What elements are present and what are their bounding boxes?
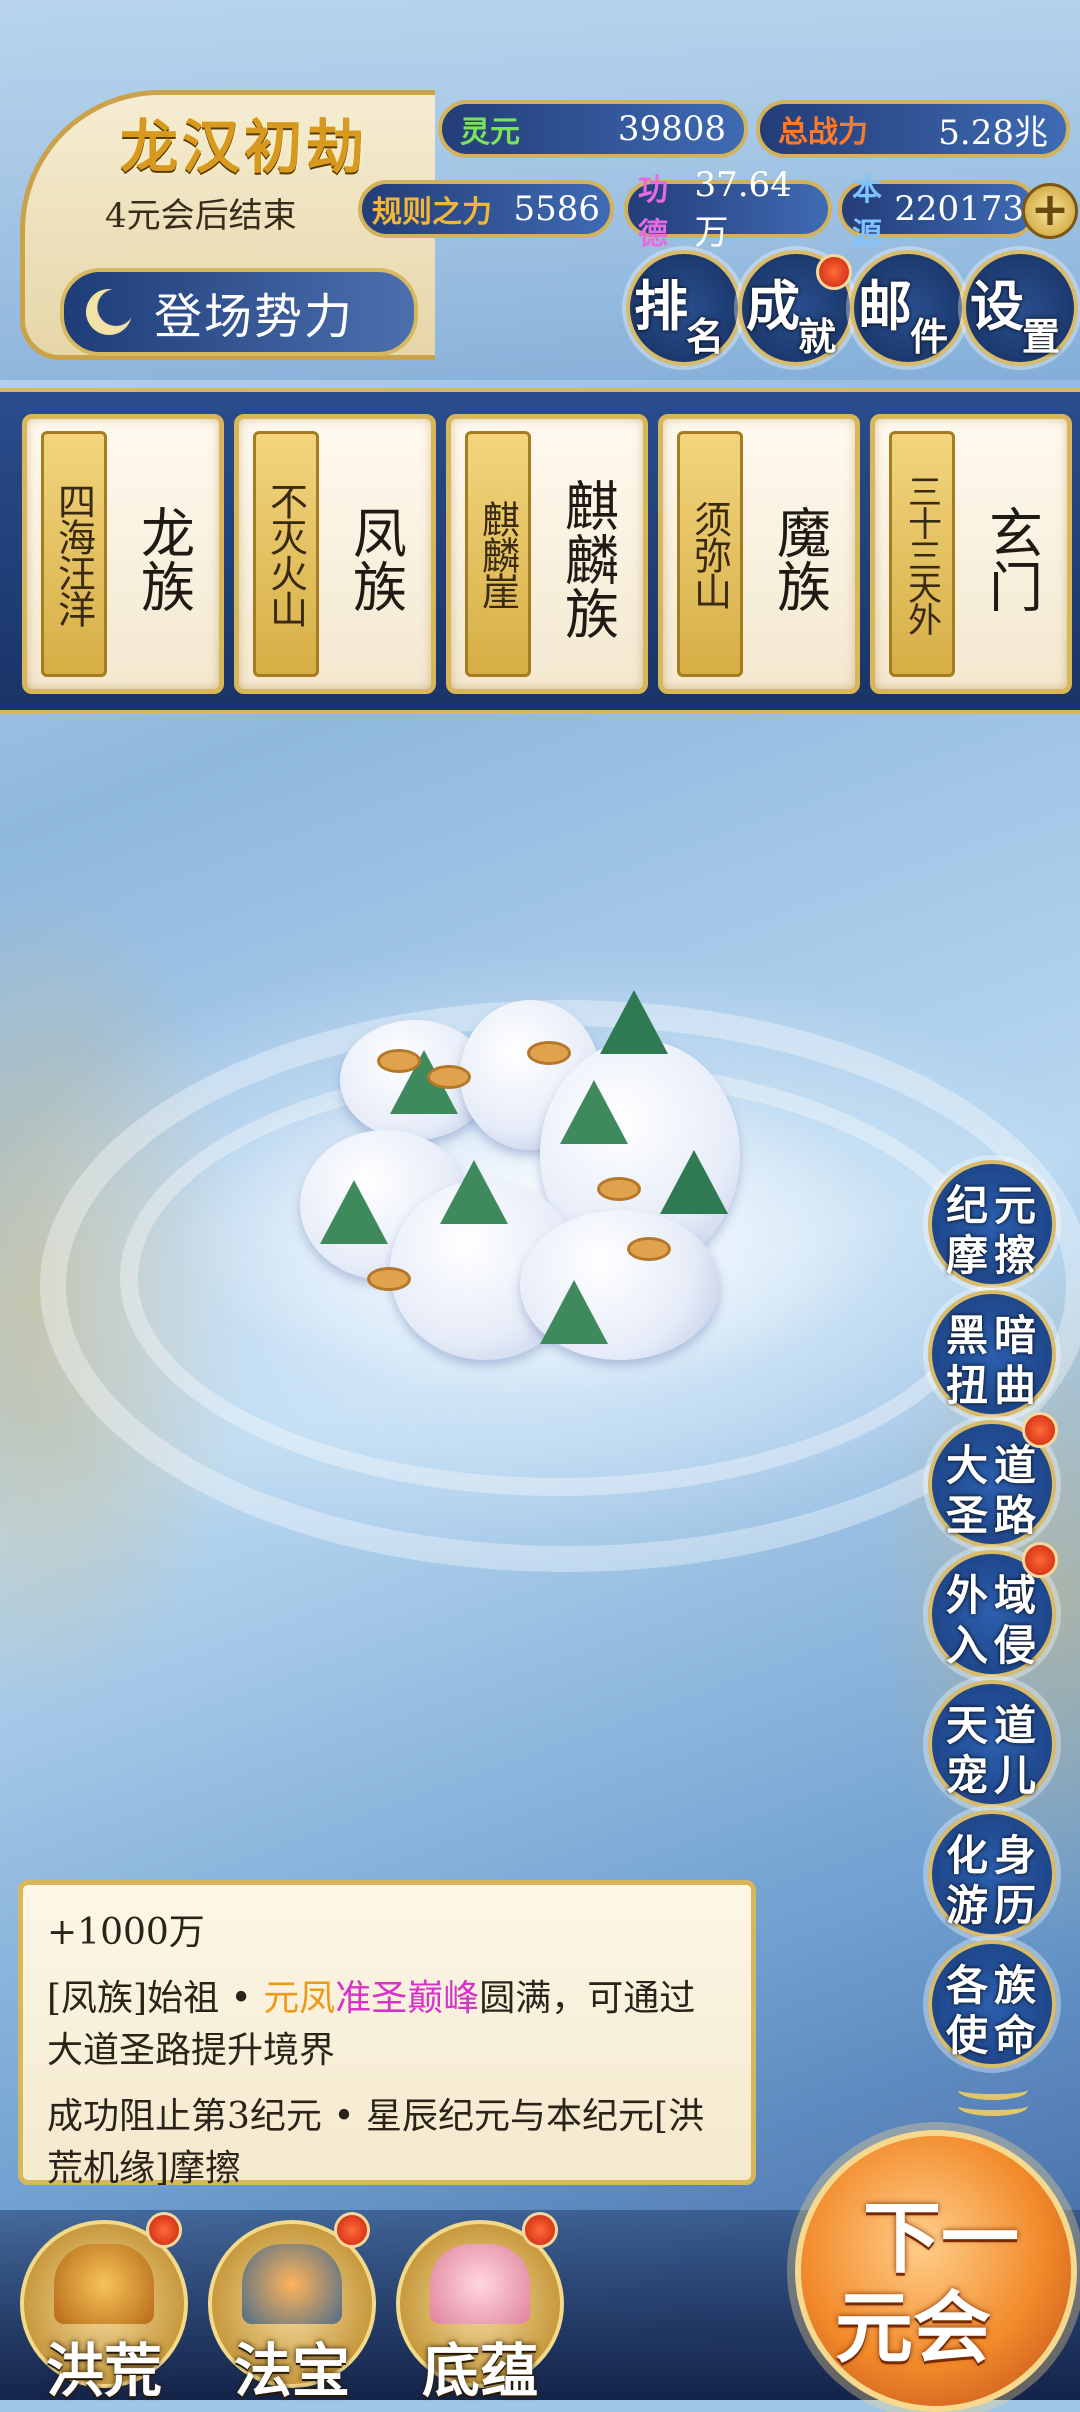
- faction-location: 麒麟崖: [465, 431, 531, 677]
- side-char: 侵: [994, 1621, 1037, 1670]
- side-char: 儿: [994, 1751, 1037, 1800]
- avatar-travel-button[interactable]: 化 身 游 历: [928, 1810, 1056, 1938]
- achievement-label-1: 成: [746, 274, 800, 338]
- total-power-resource[interactable]: 总战力 5.28兆: [756, 100, 1070, 158]
- rank-label-1: 排: [634, 274, 688, 338]
- side-char: 摩: [946, 1231, 989, 1280]
- faction-card-xuanmen[interactable]: 三十三天外 玄门: [870, 414, 1072, 694]
- active-factions-label: 登场势力: [154, 289, 355, 345]
- log-line: +1000万: [47, 1912, 205, 1953]
- active-factions-button[interactable]: 登场势力: [60, 268, 418, 356]
- dark-distortion-button[interactable]: 黑 暗 扭 曲: [928, 1290, 1056, 1418]
- side-char: 擦: [994, 1231, 1037, 1280]
- side-char: 游: [946, 1881, 989, 1930]
- faction-location: 四海汪洋: [41, 431, 107, 677]
- faction-card-qilin[interactable]: 麒麟崖 麒麟族: [446, 414, 648, 694]
- lingyuan-value: 39808: [617, 109, 726, 149]
- faction-location: 三十三天外: [889, 431, 955, 677]
- chevron-down-icon[interactable]: [958, 2080, 1028, 2120]
- faction-card-strip: 四海汪洋 龙族 不灭火山 凤族 麒麟崖 麒麟族 须弥山 魔族 三十三天外 玄门: [0, 388, 1080, 714]
- rule-power-resource[interactable]: 规则之力 5586: [358, 180, 614, 238]
- side-char: 命: [994, 2011, 1037, 2060]
- faction-name: 麒麟族: [555, 478, 619, 640]
- lingyuan-resource[interactable]: 灵元 39808: [438, 100, 748, 158]
- log-rank: 准圣巅峰: [335, 1978, 480, 2019]
- side-char: 曲: [994, 1361, 1037, 1410]
- event-log: +1000万 [凤族]始祖 • 元凤准圣巅峰圆满，可通过大道圣路提升境界 成功阻…: [18, 1880, 756, 2189]
- rank-button[interactable]: 排 名: [626, 250, 742, 366]
- next-label-2: 元会: [835, 2283, 992, 2374]
- era-countdown: 4元会后结束: [105, 196, 297, 236]
- log-line: [凤族]始祖 • 元凤准圣巅峰圆满，可通过大道圣路提升境界: [47, 1973, 727, 2077]
- tree-icon: [54, 2244, 154, 2324]
- cauldron-icon: [242, 2244, 342, 2324]
- dao-path-notification-dot: [1022, 1412, 1058, 1448]
- crescent-moon-icon: [86, 289, 132, 335]
- settings-label-2: 置: [1022, 314, 1061, 359]
- log-line: 成功阻止第3纪元 • 星辰纪元与本纪元[洪荒机缘]摩擦: [47, 2096, 705, 2189]
- mail-label-2: 件: [910, 314, 949, 359]
- honghuang-notification-dot: [146, 2212, 182, 2248]
- side-char: 圣: [946, 1491, 989, 1540]
- mail-label-1: 邮: [858, 274, 912, 338]
- era-friction-button[interactable]: 纪 元 摩 擦: [928, 1160, 1056, 1288]
- log-character-name: 元凤: [263, 1978, 336, 2019]
- rule-power-label: 规则之力: [372, 195, 492, 230]
- faction-name: 玄门: [979, 505, 1043, 613]
- era-title: 龙汉初劫: [120, 113, 369, 181]
- achievement-notification-dot: [816, 254, 852, 290]
- heritage-notification-dot: [522, 2212, 558, 2248]
- faction-card-dragon[interactable]: 四海汪洋 龙族: [22, 414, 224, 694]
- source-label: 本源: [852, 173, 882, 252]
- mail-button[interactable]: 邮 件: [850, 250, 966, 366]
- floating-island[interactable]: [300, 980, 780, 1400]
- treasure-notification-dot: [334, 2212, 370, 2248]
- faction-card-demon[interactable]: 须弥山 魔族: [658, 414, 860, 694]
- clan-mission-button[interactable]: 各 族 使 命: [928, 1940, 1056, 2068]
- side-char: 扭: [946, 1361, 989, 1410]
- next-yuanhui-button[interactable]: 下一 元会: [795, 2130, 1077, 2412]
- merit-value: 37.64万: [694, 164, 792, 253]
- total-power-label: 总战力: [778, 115, 868, 150]
- lotus-icon: [430, 2244, 530, 2324]
- heritage-label: 底蕴: [421, 2337, 538, 2405]
- merit-label: 功德: [638, 173, 668, 252]
- faction-card-phoenix[interactable]: 不灭火山 凤族: [234, 414, 436, 694]
- treasure-label: 法宝: [233, 2337, 350, 2405]
- source-resource[interactable]: 本源 220173: [838, 173, 1038, 252]
- faction-name: 龙族: [131, 505, 195, 613]
- rank-label-2: 名: [686, 314, 725, 359]
- merit-resource[interactable]: 功德 37.64万: [624, 165, 832, 253]
- faction-name: 魔族: [767, 505, 831, 613]
- honghuang-label: 洪荒: [45, 2337, 162, 2405]
- source-value: 220173: [894, 189, 1024, 229]
- invasion-notification-dot: [1022, 1542, 1058, 1578]
- add-source-plus-icon[interactable]: +: [1022, 183, 1078, 239]
- log-prefix: [凤族]始祖 •: [47, 1978, 264, 2019]
- faction-name: 凤族: [343, 505, 407, 613]
- rule-power-value: 5586: [513, 189, 600, 229]
- side-char: 路: [994, 1491, 1037, 1540]
- settings-label-1: 设: [970, 274, 1024, 338]
- lingyuan-label: 灵元: [460, 115, 520, 150]
- faction-location: 不灭火山: [253, 431, 319, 677]
- side-char: 使: [946, 2011, 989, 2060]
- faction-location: 须弥山: [677, 431, 743, 677]
- side-char: 历: [994, 1881, 1037, 1930]
- total-power-value: 5.28兆: [938, 112, 1048, 153]
- achievement-label-2: 就: [798, 314, 837, 359]
- heaven-favorite-button[interactable]: 天 道 宠 儿: [928, 1680, 1056, 1808]
- side-char: 入: [946, 1621, 989, 1670]
- side-char: 宠: [946, 1751, 989, 1800]
- settings-button[interactable]: 设 置: [962, 250, 1078, 366]
